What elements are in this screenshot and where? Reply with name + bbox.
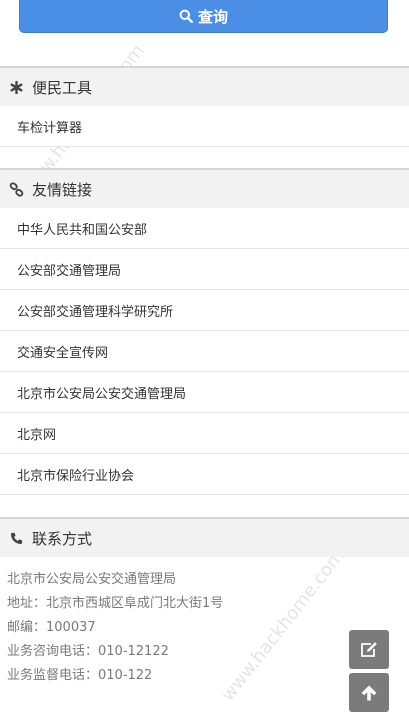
search-button[interactable]: 查询: [19, 0, 388, 33]
back-to-top-button[interactable]: [349, 673, 389, 712]
list-item[interactable]: 车检计算器: [0, 106, 409, 147]
list-item-label: 北京市公安局公安交通管理局: [17, 386, 187, 402]
watermark: www.hackhome.com: [217, 545, 349, 706]
list-item-label: 北京市保险行业协会: [17, 468, 135, 484]
arrow-up-icon: [360, 684, 378, 702]
list-item[interactable]: 北京市保险行业协会: [0, 454, 409, 495]
contact-line: 邮编：100037: [7, 620, 96, 635]
section-header-contact: 联系方式: [0, 517, 409, 557]
list-item-label: 车检计算器: [17, 120, 83, 136]
link-icon: [8, 181, 24, 197]
links-list: 中华人民共和国公安部 公安部交通管理局 公安部交通管理科学研究所 交通安全宣传网…: [0, 208, 409, 495]
list-item[interactable]: 交通安全宣传网: [0, 331, 409, 372]
section-header-tools: 便民工具: [0, 66, 409, 106]
section-title: 友情链接: [32, 180, 93, 199]
list-item-label: 北京网: [17, 427, 57, 443]
contact-line: 业务监督电话：010-122: [7, 668, 153, 683]
list-item[interactable]: 公安部交通管理科学研究所: [0, 290, 409, 331]
list-item[interactable]: 公安部交通管理局: [0, 249, 409, 290]
contact-line: 业务咨询电话：010-12122: [7, 644, 169, 659]
section-header-links: 友情链接: [0, 168, 409, 208]
tools-list: 车检计算器: [0, 106, 409, 147]
edit-icon: [359, 641, 379, 659]
edit-button[interactable]: [349, 630, 389, 669]
asterisk-icon: [8, 79, 24, 95]
search-icon: [179, 9, 193, 23]
list-item-label: 公安部交通管理局: [17, 263, 122, 279]
section-title: 便民工具: [32, 78, 93, 97]
search-button-label: 查询: [197, 7, 228, 26]
contact-line: 北京市公安局公安交通管理局: [7, 572, 177, 587]
contact-info: 北京市公安局公安交通管理局 地址：北京市西城区阜成门北大街1号 邮编：10003…: [7, 568, 223, 688]
list-item-label: 中华人民共和国公安部: [17, 222, 148, 238]
list-item-label: 公安部交通管理科学研究所: [17, 304, 174, 320]
list-item[interactable]: 北京网: [0, 413, 409, 454]
phone-icon: [8, 530, 24, 546]
section-title: 联系方式: [32, 529, 93, 548]
contact-line: 地址：北京市西城区阜成门北大街1号: [7, 596, 224, 611]
list-item[interactable]: 中华人民共和国公安部: [0, 208, 409, 249]
list-item[interactable]: 北京市公安局公安交通管理局: [0, 372, 409, 413]
list-item-label: 交通安全宣传网: [17, 345, 109, 361]
